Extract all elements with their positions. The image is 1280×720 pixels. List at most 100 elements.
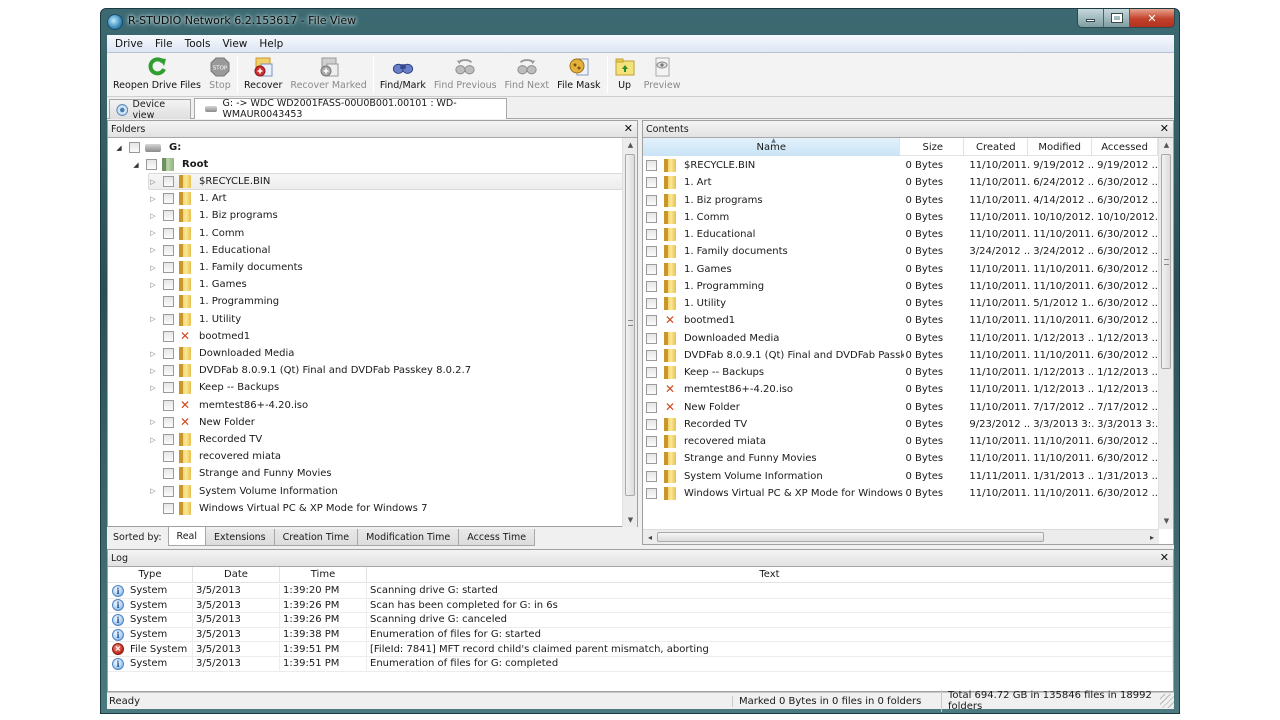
contents-row[interactable]: Strange and Funny Movies 0 Bytes 11/10/201… [643, 450, 1159, 467]
tree-node[interactable]: ▷ 1. Games [148, 276, 247, 293]
checkbox[interactable] [163, 262, 174, 273]
folders-vertical-scrollbar[interactable]: ▲ ▼ [622, 138, 637, 528]
file-mask-button[interactable]: File Mask [553, 53, 604, 97]
tree-node[interactable]: Windows Virtual PC & XP Mode for Windows… [148, 500, 427, 517]
checkbox[interactable] [163, 468, 174, 480]
log-column-date[interactable]: Date [193, 567, 280, 582]
checkbox[interactable] [646, 384, 657, 396]
tree-node[interactable]: ▷ 1. Educational [148, 242, 270, 259]
expand-icon[interactable]: ▷ [148, 384, 158, 392]
contents-row[interactable]: 1. Educational 0 Bytes 11/10/2011... 11/10/… [643, 226, 1159, 243]
checkbox[interactable] [146, 159, 157, 170]
checkbox[interactable] [163, 348, 174, 359]
checkbox[interactable] [646, 194, 657, 206]
checkbox[interactable] [163, 176, 174, 187]
contents-row[interactable]: Keep -- Backups 0 Bytes 11/10/2011... 1/12/… [643, 364, 1159, 381]
column-header-modified[interactable]: Modified [1028, 138, 1093, 156]
checkbox[interactable] [646, 401, 657, 413]
expand-icon[interactable]: ▷ [148, 436, 158, 444]
checkbox[interactable] [646, 246, 657, 258]
checkbox[interactable] [646, 332, 657, 344]
contents-row[interactable]: ✕ bootmed1 0 Bytes 11/10/2011... 11/10/2011.… [643, 312, 1159, 329]
checkbox[interactable] [646, 470, 657, 482]
contents-row[interactable]: 1. Games 0 Bytes 11/10/2011... 11/10/2011..… [643, 261, 1159, 278]
tree-node[interactable]: ▷ Recorded TV [148, 431, 262, 448]
checkbox[interactable] [163, 313, 174, 325]
sort-tab-extensions[interactable]: Extensions [205, 529, 275, 546]
expand-icon[interactable]: ▷ [148, 315, 158, 323]
tree-node-drive[interactable]: ◢ G: [114, 139, 181, 156]
contents-row[interactable]: 1. Utility 0 Bytes 11/10/2011... 5/1/2012 1… [643, 295, 1159, 312]
checkbox[interactable] [163, 502, 174, 514]
checkbox[interactable] [129, 142, 140, 153]
scroll-up-icon[interactable]: ▲ [1159, 138, 1174, 153]
checkbox[interactable] [163, 210, 174, 222]
title-bar[interactable]: R-STUDIO Network 6.2.153617 - File View … [101, 9, 1179, 35]
contents-row[interactable]: 1. Art 0 Bytes 11/10/2011... 6/24/2012 ... 6… [643, 174, 1159, 191]
checkbox[interactable] [646, 280, 657, 292]
sort-tab-modification-time[interactable]: Modification Time [357, 529, 460, 546]
log-row[interactable]: i System 3/5/2013 1:39:51 PM Enumeration of … [108, 657, 1173, 672]
resize-grip[interactable] [1160, 694, 1174, 708]
checkbox[interactable] [646, 177, 657, 189]
scroll-left-icon[interactable]: ◂ [643, 530, 657, 545]
minimize-button[interactable] [1078, 9, 1104, 27]
tree-node[interactable]: ▷ DVDFab 8.0.9.1 (Qt) Final and DVDFab Pa… [148, 362, 471, 379]
checkbox[interactable] [163, 365, 174, 377]
preview-button[interactable]: Preview [640, 53, 685, 97]
scroll-down-icon[interactable]: ▼ [1159, 514, 1174, 529]
contents-row[interactable]: System Volume Information 0 Bytes 11/11/20… [643, 468, 1159, 485]
expand-icon[interactable]: ▷ [148, 229, 158, 237]
menu-file[interactable]: File [149, 38, 179, 50]
log-column-text[interactable]: Text [367, 567, 1173, 582]
log-column-type[interactable]: Type [108, 567, 193, 582]
expand-icon[interactable]: ▷ [148, 246, 158, 254]
scrollbar-thumb[interactable] [625, 154, 635, 496]
up-button[interactable]: Up [610, 53, 640, 97]
close-contents-pane-icon[interactable]: ✕ [1160, 122, 1169, 135]
expand-icon[interactable]: ▷ [148, 195, 158, 203]
contents-row[interactable]: ✕ memtest86+-4.20.iso 0 Bytes 11/10/2011...… [643, 381, 1159, 398]
checkbox[interactable] [163, 434, 174, 445]
tree-node[interactable]: ✕ bootmed1 [148, 328, 250, 345]
menu-drive[interactable]: Drive [109, 38, 149, 50]
find-previous-button[interactable]: Find Previous [430, 53, 501, 97]
tree-node[interactable]: ▷ System Volume Information [148, 483, 338, 500]
contents-row[interactable]: Recorded TV 0 Bytes 9/23/2012 ... 3/3/2013 … [643, 416, 1159, 433]
contents-row[interactable]: recovered miata 0 Bytes 11/10/2011... 11/10… [643, 433, 1159, 450]
expand-icon[interactable]: ▷ [148, 281, 158, 289]
tree-node[interactable]: ▷ ✕ New Folder [148, 414, 255, 431]
tree-node[interactable]: ▷ 1. Comm [148, 225, 244, 242]
checkbox[interactable] [163, 296, 174, 308]
expand-icon[interactable]: ▷ [148, 367, 158, 375]
sort-tab-creation-time[interactable]: Creation Time [273, 529, 359, 546]
tree-node[interactable]: ▷ Downloaded Media [148, 345, 294, 362]
find-next-button[interactable]: Find Next [501, 53, 554, 97]
expand-icon[interactable]: ▷ [148, 212, 158, 220]
contents-horizontal-scrollbar[interactable]: ◂ ▸ [643, 529, 1159, 544]
sort-tab-access-time[interactable]: Access Time [458, 529, 536, 546]
tree-node[interactable]: ▷ 1. Art [148, 190, 227, 207]
expand-icon[interactable]: ▷ [148, 418, 158, 426]
checkbox[interactable] [163, 279, 174, 291]
menu-view[interactable]: View [216, 38, 253, 50]
tab-drive-g[interactable]: G: -> WDC WD2001FASS-00U0B001.00101 : WD… [194, 98, 507, 120]
checkbox[interactable] [163, 416, 174, 428]
close-button[interactable]: ✕ [1130, 9, 1174, 27]
tab-device-view[interactable]: Device view [109, 99, 191, 121]
tree-node[interactable]: ▷ 1. Family documents [148, 259, 303, 276]
tree-node[interactable]: Strange and Funny Movies [148, 465, 332, 482]
log-column-time[interactable]: Time [280, 567, 367, 582]
column-header-size[interactable]: Size [900, 138, 965, 156]
collapse-icon[interactable]: ◢ [131, 161, 141, 169]
tree-node[interactable]: recovered miata [148, 448, 281, 465]
maximize-button[interactable] [1104, 9, 1130, 27]
collapse-icon[interactable]: ◢ [114, 144, 124, 152]
checkbox[interactable] [646, 487, 657, 499]
scrollbar-thumb[interactable] [657, 532, 1044, 542]
checkbox[interactable] [646, 367, 657, 378]
checkbox[interactable] [163, 330, 174, 342]
contents-row[interactable]: Windows Virtual PC & XP Mode for Windows… [643, 485, 1159, 502]
checkbox[interactable] [646, 229, 657, 240]
checkbox[interactable] [163, 193, 174, 205]
